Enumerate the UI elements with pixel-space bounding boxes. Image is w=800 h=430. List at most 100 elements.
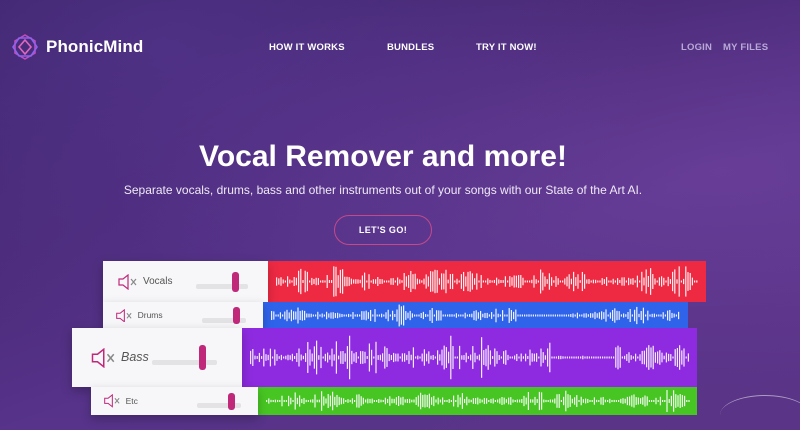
waveform-bar <box>343 314 345 317</box>
waveform-bar <box>583 313 585 318</box>
waveform-bar <box>569 395 571 407</box>
nav-bundles[interactable]: BUNDLES <box>387 42 434 53</box>
waveform-bar <box>518 275 520 288</box>
waveform-bar <box>691 277 693 286</box>
waveform-bar <box>595 356 597 359</box>
waveform-bar <box>543 399 545 403</box>
waveform-bar <box>540 348 542 367</box>
waveform-bar <box>419 356 421 359</box>
waveform-bar <box>356 394 358 408</box>
waveform-bar <box>521 399 523 403</box>
nav-try-it-now[interactable]: TRY IT NOW! <box>476 42 537 53</box>
waveform-bar <box>632 356 634 359</box>
waveform-bar <box>549 342 551 373</box>
nav-login[interactable]: LOGIN <box>681 42 712 53</box>
waveform-bar <box>439 354 441 361</box>
waveform-bar <box>574 314 576 317</box>
waveform-bar <box>568 314 570 317</box>
waveform-bar <box>535 279 537 284</box>
waveform-bar <box>579 280 581 283</box>
waveform-bar <box>414 273 416 290</box>
volume-slider-knob[interactable] <box>232 271 240 292</box>
track-vocals: Vocals <box>103 261 706 302</box>
waveform-bar <box>652 345 654 370</box>
waveform-bar <box>290 397 292 405</box>
brand-logo[interactable]: PhonicMind <box>10 31 143 63</box>
waveform-bar <box>416 314 418 317</box>
waveform-bar <box>635 397 637 405</box>
waveform-bar <box>326 275 328 288</box>
waveform-bar <box>432 271 434 292</box>
waveform-bar <box>655 397 657 405</box>
waveform-bar <box>607 400 609 402</box>
waveform-bar <box>588 356 590 359</box>
waveform-bar <box>256 356 258 359</box>
waveform-bar <box>298 270 300 293</box>
waveform-bar <box>606 277 608 286</box>
waveform-bar <box>294 355 296 360</box>
waveform-bar <box>498 354 500 361</box>
waveform-bar <box>617 278 619 285</box>
waveform-bar <box>345 314 347 317</box>
waveform-bar <box>376 314 378 317</box>
speaker-muted-icon[interactable] <box>115 308 134 323</box>
speaker-muted-icon[interactable] <box>117 273 139 290</box>
waveform-bar <box>368 274 370 289</box>
waveform-bar <box>464 312 466 319</box>
waveform-bar <box>472 346 474 369</box>
waveform-bar <box>486 398 488 404</box>
volume-slider[interactable] <box>152 359 217 365</box>
waveform-bar <box>273 311 275 320</box>
waveform-bar <box>670 395 672 407</box>
volume-slider[interactable] <box>196 283 248 289</box>
waveform-bar <box>507 354 509 361</box>
volume-slider-knob[interactable] <box>227 392 235 410</box>
waveform-bar <box>285 400 287 402</box>
waveform-bar <box>519 314 521 317</box>
waveform-bar <box>618 400 620 402</box>
waveform-bar <box>291 280 293 283</box>
nav-my-files[interactable]: MY FILES <box>723 42 768 53</box>
volume-slider-knob[interactable] <box>232 307 240 324</box>
waveform-bar <box>667 276 669 287</box>
waveform-bar <box>456 356 458 359</box>
waveform-bar <box>381 279 383 284</box>
waveform-bar <box>665 280 667 283</box>
waveform-bar <box>377 277 379 286</box>
waveform-bar <box>566 276 568 287</box>
waveform-bar <box>367 312 369 319</box>
waveform-bar <box>340 397 342 405</box>
speaker-muted-icon[interactable] <box>103 394 122 408</box>
waveform-bar <box>511 356 513 359</box>
waveform-bar <box>301 310 303 321</box>
waveform-bar <box>527 356 529 359</box>
waveform-bar <box>342 269 344 294</box>
waveform-bar <box>289 355 291 360</box>
waveform-bar <box>559 314 561 317</box>
waveform-bar <box>494 400 496 402</box>
volume-slider-knob[interactable] <box>198 345 206 370</box>
waveform-bar <box>587 398 589 404</box>
nav-how-it-works[interactable]: HOW IT WORKS <box>269 42 345 53</box>
waveform-bar <box>415 356 417 359</box>
waveform-bar <box>364 351 366 364</box>
waveform-bar <box>478 280 480 283</box>
waveform-bar <box>400 306 402 325</box>
waveform-bar <box>366 280 368 283</box>
waveform-bar <box>363 311 365 320</box>
waveform-bar <box>353 353 355 362</box>
waveform-bar <box>532 399 534 403</box>
waveform-bar <box>428 393 430 409</box>
waveform-bar <box>408 275 410 288</box>
brand-name: PhonicMind <box>46 37 144 56</box>
waveform-bar <box>395 397 397 405</box>
lets-go-button[interactable]: LET'S GO! <box>334 215 432 245</box>
waveform-bar <box>676 279 678 284</box>
waveform-bar <box>284 280 286 283</box>
waveform-bar <box>548 314 550 317</box>
waveform-bar <box>320 346 322 369</box>
waveform-bar <box>630 278 632 285</box>
speaker-muted-icon[interactable] <box>90 347 118 368</box>
waveform-bar <box>610 356 612 359</box>
waveform-bar <box>381 313 383 318</box>
